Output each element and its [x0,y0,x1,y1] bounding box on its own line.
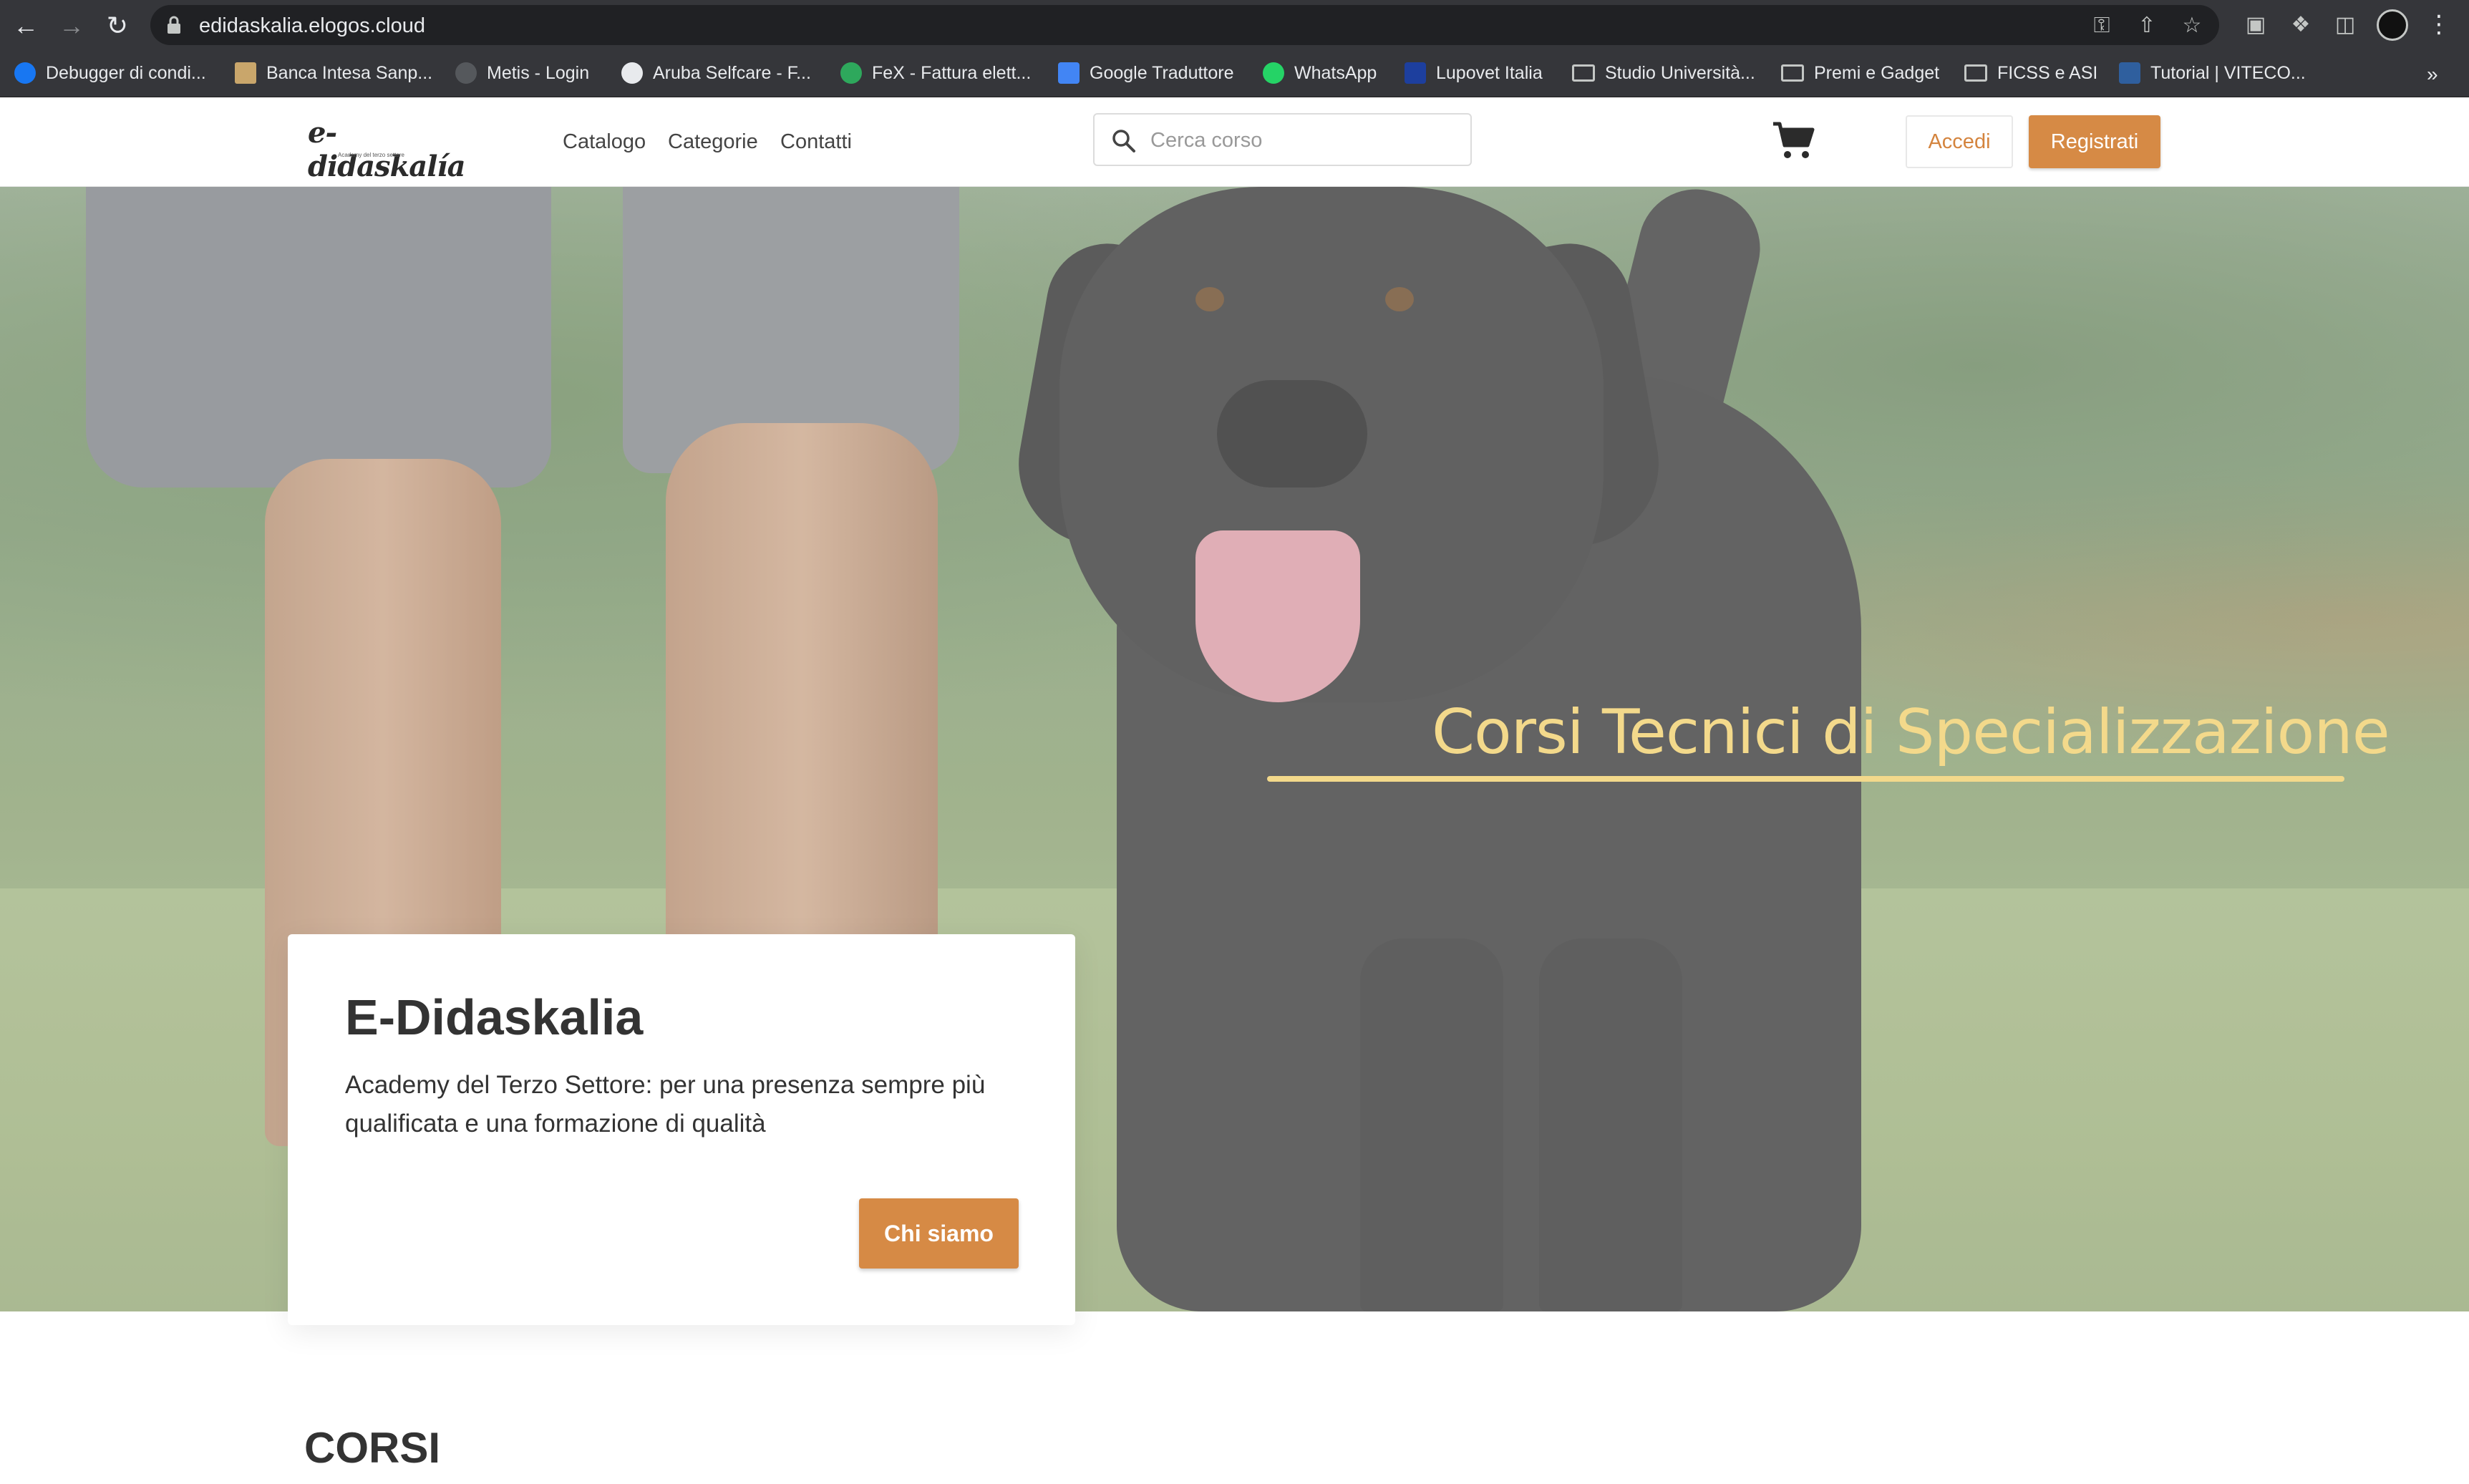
bookmark-item[interactable]: WhatsApp [1263,57,1377,89]
register-button[interactable]: Registrati [2029,115,2160,168]
bookmark-item[interactable]: Banca Intesa Sanp... [235,57,432,89]
bookmark-item[interactable]: Premi e Gadget [1781,57,1939,89]
address-bar[interactable]: edidaskalia.elogos.cloud ⚿ ⇧ ☆ [150,5,2219,45]
bookmark-item[interactable]: Metis - Login [455,57,589,89]
lupovet-icon [1405,62,1426,84]
bank-icon [235,62,256,84]
tagline-underline [1267,776,2344,782]
section-title-corsi: CORSI [304,1424,441,1472]
bookmark-item[interactable]: Google Traduttore [1058,57,1234,89]
folder-icon [1572,64,1595,82]
bookmark-item[interactable]: Aruba Selfcare - F... [621,57,811,89]
bookmarks-bar: Debugger di condi... Banca Intesa Sanp..… [0,50,2469,97]
nav-catalogo[interactable]: Catalogo [563,130,646,154]
nav-categorie[interactable]: Categorie [668,130,758,154]
search-icon [1112,130,1135,152]
forward-icon[interactable]: → [54,9,89,43]
metis-icon [455,62,477,84]
back-icon[interactable]: ← [9,9,43,43]
aruba-icon [621,62,643,84]
bookmark-item[interactable]: FeX - Fattura elett... [840,57,1031,89]
star-icon[interactable]: ☆ [2181,14,2203,37]
folder-icon [1781,64,1804,82]
hero-card: E-Didaskalia Academy del Terzo Settore: … [288,934,1075,1325]
lock-icon [168,16,180,34]
bookmark-item[interactable]: Studio Università... [1572,57,1755,89]
login-button[interactable]: Accedi [1906,115,2013,168]
key-icon[interactable]: ⚿ [2090,14,2113,37]
logo-text: e-didaskalía [308,116,466,183]
facebook-icon [14,62,36,84]
site-logo[interactable]: e-didaskalía Academy del terzo settore [308,116,480,183]
puzzle-icon[interactable]: ❖ [2288,12,2314,38]
share-icon[interactable]: ⇧ [2135,14,2158,37]
bookmark-item[interactable]: Lupovet Italia [1405,57,1543,89]
url-text: edidaskalia.elogos.cloud [199,14,425,37]
hero-tagline: Corsi Tecnici di Specializzazione [1432,697,2390,768]
logo-subtitle: Academy del terzo settore [338,152,404,158]
sidebar-icon[interactable]: ◫ [2332,12,2358,38]
search-box [1093,113,1472,166]
folder-icon [1964,64,1987,82]
reload-icon[interactable]: ↻ [100,9,135,43]
profile-avatar[interactable] [2377,9,2408,41]
cart-icon[interactable] [1772,121,1815,161]
browser-toolbar: ← → ↻ edidaskalia.elogos.cloud ⚿ ⇧ ☆ ▣ ❖… [0,0,2469,50]
bookmark-item[interactable]: FICSS e ASI [1964,57,2097,89]
extension-screen-icon[interactable]: ▣ [2243,12,2269,38]
bookmark-item[interactable]: Tutorial | VITECO... [2119,57,2306,89]
google-translate-icon [1058,62,1080,84]
whatsapp-icon [1263,62,1284,84]
hero-card-description: Academy del Terzo Settore: per una prese… [345,1071,986,1138]
chi-siamo-button[interactable]: Chi siamo [859,1198,1019,1269]
viteco-icon [2119,62,2140,84]
bookmarks-overflow-icon[interactable]: » [2427,63,2438,86]
bookmark-item[interactable]: Debugger di condi... [14,57,206,89]
search-input[interactable] [1150,125,1451,156]
more-menu-icon[interactable]: ⋮ [2427,10,2451,39]
nav-contatti[interactable]: Contatti [780,130,852,154]
site-header: e-didaskalía Academy del terzo settore C… [0,97,2469,187]
fex-icon [840,62,862,84]
hero-card-title: E-Didaskalia [345,989,644,1045]
